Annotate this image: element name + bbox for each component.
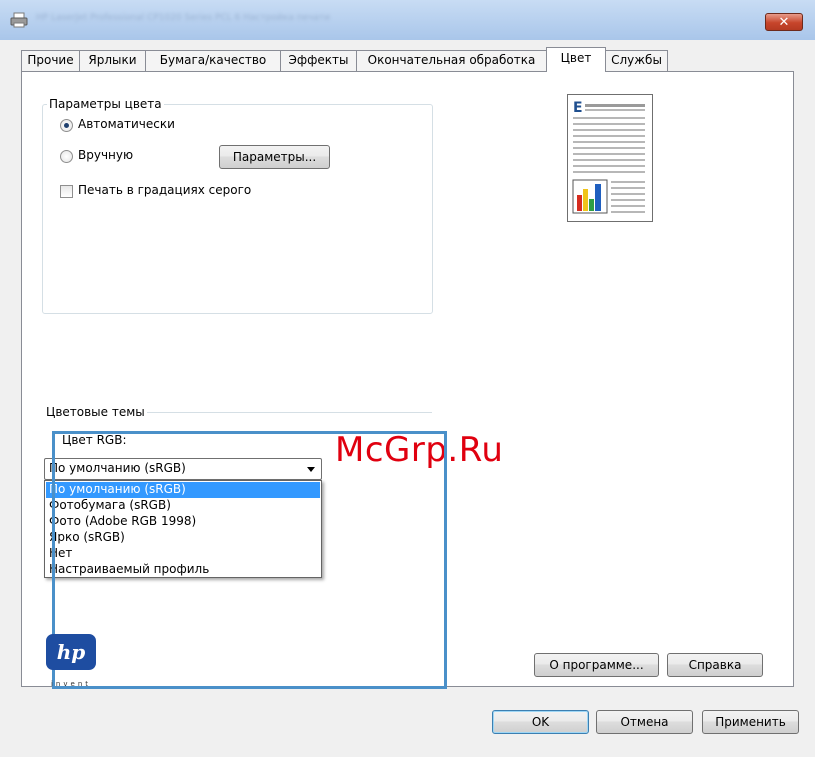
tab-paper-quality[interactable]: Бумага/качество xyxy=(145,50,281,71)
grayscale-label: Печать в градациях серого xyxy=(78,183,252,197)
hp-logo-tagline: invent xyxy=(51,680,91,688)
automatic-radio[interactable] xyxy=(60,119,73,132)
ok-button[interactable]: OK xyxy=(492,710,589,734)
color-themes-title: Цветовые темы xyxy=(44,405,147,419)
manual-label: Вручную xyxy=(78,148,134,162)
document-preview-icon: E xyxy=(572,100,645,214)
title-bar[interactable]: HP LaserJet Professional CP1020 Series P… xyxy=(0,0,815,40)
dialog-client: Прочие Ярлыки Бумага/качество Эффекты Ок… xyxy=(8,40,807,750)
dropdown-option[interactable]: Нет xyxy=(46,546,320,562)
tab-color[interactable]: Цвет xyxy=(546,47,606,72)
color-tab-panel: Параметры цвета Автоматически Вручную Па… xyxy=(21,71,794,689)
grayscale-checkbox[interactable] xyxy=(60,185,73,198)
manual-radio[interactable] xyxy=(60,150,73,163)
tab-other[interactable]: Прочие xyxy=(21,50,80,71)
automatic-label: Автоматически xyxy=(78,117,175,131)
close-button[interactable]: ✕ xyxy=(765,13,803,31)
color-options-group: Параметры цвета xyxy=(42,97,433,314)
dropdown-option[interactable]: Ярко (sRGB) xyxy=(46,530,320,546)
tab-services[interactable]: Службы xyxy=(605,50,668,71)
dropdown-option[interactable]: Фотобумага (sRGB) xyxy=(46,498,320,514)
rgb-color-select[interactable]: По умолчанию (sRGB) xyxy=(44,458,322,480)
apply-button[interactable]: Применить xyxy=(702,710,799,734)
help-button[interactable]: Справка xyxy=(667,653,763,677)
rgb-color-label: Цвет RGB: xyxy=(62,433,127,447)
about-button[interactable]: О программе... xyxy=(534,653,659,677)
rgb-color-selected: По умолчанию (sRGB) xyxy=(49,461,186,475)
cancel-button[interactable]: Отмена xyxy=(596,710,693,734)
hp-logo: hp invent xyxy=(46,634,96,688)
preview-letter: E xyxy=(573,100,583,116)
color-options-title: Параметры цвета xyxy=(47,97,164,111)
tab-effects[interactable]: Эффекты xyxy=(280,50,357,71)
print-settings-dialog: HP LaserJet Professional CP1020 Series P… xyxy=(0,0,815,757)
dropdown-option[interactable]: Фото (Adobe RGB 1998) xyxy=(46,514,320,530)
tab-finishing[interactable]: Окончательная обработка xyxy=(356,50,547,71)
chevron-down-icon[interactable] xyxy=(307,467,315,472)
color-parameters-button[interactable]: Параметры... xyxy=(219,145,330,169)
printer-icon xyxy=(10,12,28,28)
dropdown-option[interactable]: По умолчанию (sRGB) xyxy=(46,482,320,498)
window-title: HP LaserJet Professional CP1020 Series P… xyxy=(36,13,330,23)
tab-shortcuts[interactable]: Ярлыки xyxy=(79,50,146,71)
hp-logo-mark: hp xyxy=(57,640,86,664)
rgb-color-dropdown: По умолчанию (sRGB) Фотобумага (sRGB) Фо… xyxy=(44,480,322,578)
page-preview: E xyxy=(567,94,653,222)
dropdown-option[interactable]: Настраиваемый профиль xyxy=(46,562,320,578)
